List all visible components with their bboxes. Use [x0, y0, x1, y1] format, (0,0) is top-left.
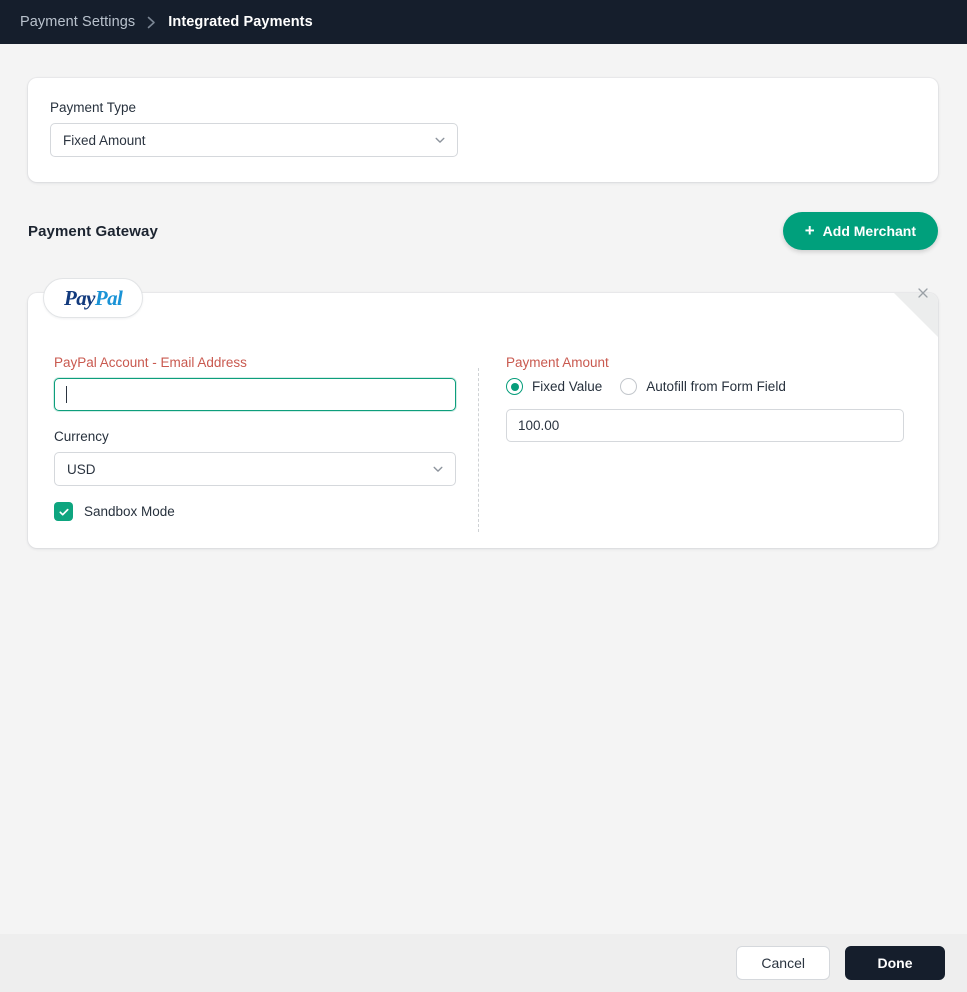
payment-type-card: Payment Type Fixed Amount	[28, 78, 938, 182]
breadcrumb-current: Integrated Payments	[168, 14, 313, 30]
page-content: Payment Type Fixed Amount Payment Gatewa…	[0, 44, 967, 934]
sandbox-mode-checkbox-row[interactable]: Sandbox Mode	[54, 502, 478, 521]
merchant-right-column: Payment Amount Fixed Value Autofill from…	[479, 355, 938, 548]
radio-autofill-from-form-field[interactable]	[620, 378, 638, 395]
add-merchant-label: Add Merchant	[822, 223, 916, 239]
sandbox-mode-checkbox[interactable]	[54, 502, 73, 521]
paypal-logo-pal: Pal	[94, 285, 123, 310]
chevron-right-icon	[147, 16, 156, 29]
radio-fixed-value[interactable]	[506, 378, 523, 395]
currency-value: USD	[67, 461, 96, 477]
payment-gateway-header: Payment Gateway + Add Merchant	[28, 202, 938, 260]
breadcrumb-parent-link[interactable]: Payment Settings	[20, 14, 135, 30]
close-icon[interactable]	[916, 286, 930, 300]
paypal-email-input[interactable]	[54, 378, 456, 411]
currency-select[interactable]: USD	[54, 452, 456, 486]
paypal-email-label: PayPal Account - Email Address	[54, 355, 247, 370]
payment-type-label: Payment Type	[50, 100, 137, 115]
merchant-card-body: PayPal Account - Email Address Currency …	[28, 293, 938, 548]
check-icon	[58, 508, 69, 516]
paypal-logo-pay: Pay	[64, 285, 95, 310]
text-caret	[66, 386, 67, 403]
payment-amount-value: 100.00	[518, 418, 560, 433]
radio-autofill-label[interactable]: Autofill from Form Field	[646, 379, 786, 394]
paypal-logo: PayPal	[64, 285, 123, 310]
breadcrumb-bar: Payment Settings Integrated Payments	[0, 0, 967, 44]
payment-amount-radio-group: Fixed Value Autofill from Form Field	[506, 378, 926, 395]
payment-type-value: Fixed Amount	[63, 132, 146, 148]
paypal-tab[interactable]: PayPal	[43, 278, 144, 318]
plus-icon: +	[804, 220, 815, 240]
cancel-button[interactable]: Cancel	[736, 946, 830, 980]
add-merchant-button[interactable]: + Add Merchant	[782, 212, 938, 250]
sandbox-mode-label: Sandbox Mode	[84, 504, 175, 519]
radio-fixed-value-label[interactable]: Fixed Value	[532, 379, 602, 394]
merchant-card-wrapper: PayPal PayPal Account - Email Address Cu…	[28, 278, 938, 548]
done-button[interactable]: Done	[845, 946, 945, 980]
chevron-down-icon	[432, 463, 444, 475]
chevron-down-icon	[434, 134, 446, 146]
footer-action-bar: Cancel Done	[0, 934, 967, 992]
currency-label: Currency	[54, 429, 109, 444]
payment-type-select[interactable]: Fixed Amount	[50, 123, 458, 157]
payment-amount-input[interactable]: 100.00	[506, 409, 904, 442]
payment-gateway-title: Payment Gateway	[28, 222, 158, 240]
payment-amount-label: Payment Amount	[506, 355, 609, 370]
merchant-left-column: PayPal Account - Email Address Currency …	[28, 355, 478, 548]
